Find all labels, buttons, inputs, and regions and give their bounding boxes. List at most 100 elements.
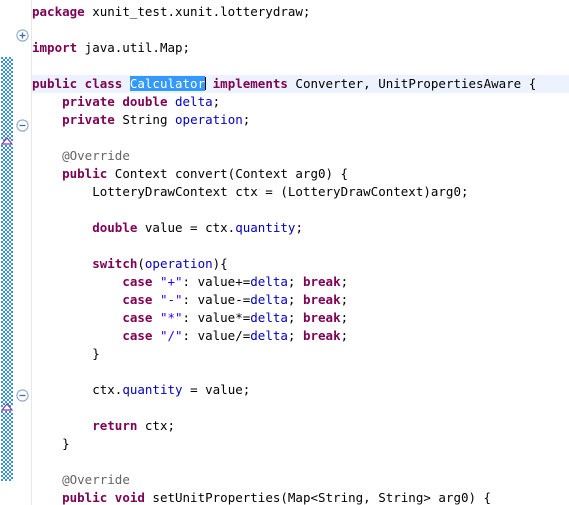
code-token-plain: ){ bbox=[212, 256, 228, 271]
code-token-plain: ; bbox=[295, 220, 303, 235]
code-line[interactable]: case "-": value-=delta; break; bbox=[32, 291, 569, 309]
code-token-plain: ; bbox=[340, 292, 349, 307]
code-token-plain: ; bbox=[287, 310, 303, 325]
code-token-fld: delta bbox=[175, 94, 213, 109]
code-token-str: "/" bbox=[159, 328, 183, 343]
code-token-fld: operation bbox=[175, 112, 243, 127]
code-token-plain: : value*= bbox=[182, 310, 251, 325]
code-line[interactable]: ctx.quantity = value; bbox=[32, 381, 569, 399]
code-line[interactable]: import java.util.Map; bbox=[32, 39, 569, 57]
code-token-plain: ; bbox=[287, 292, 303, 307]
deleted-lines-marker-icon[interactable] bbox=[1, 137, 13, 145]
code-line[interactable]: switch(operation){ bbox=[32, 255, 569, 273]
code-line[interactable]: double value = ctx.quantity; bbox=[32, 219, 569, 237]
code-token-ann: @Override bbox=[62, 472, 130, 487]
code-token-kw: implements bbox=[212, 76, 288, 91]
code-line[interactable]: case "/": value/=delta; break; bbox=[32, 327, 569, 345]
code-token-plain: setUnitProperties(Map<String, String> ar… bbox=[144, 490, 492, 505]
fold-collapse-icon[interactable] bbox=[16, 389, 29, 402]
code-token-plain: : value+= bbox=[182, 274, 251, 289]
code-line[interactable] bbox=[32, 363, 569, 381]
code-surface[interactable]: package xunit_test.xunit.lotterydraw; im… bbox=[32, 0, 569, 505]
code-line[interactable]: public Context convert(Context arg0) { bbox=[32, 165, 569, 183]
code-token-fld: quantity bbox=[122, 382, 183, 397]
code-text[interactable]: package xunit_test.xunit.lotterydraw; im… bbox=[32, 0, 569, 505]
code-token-kw: switch bbox=[92, 256, 138, 271]
code-token-plain: } bbox=[62, 436, 70, 451]
code-line[interactable]: @Override bbox=[32, 147, 569, 165]
code-token-kw: import bbox=[32, 40, 78, 55]
code-token-kw: public class bbox=[32, 76, 123, 91]
code-token-kw: break bbox=[302, 310, 341, 325]
code-line[interactable]: private double delta; bbox=[32, 93, 569, 111]
code-token-kw: break bbox=[302, 328, 341, 343]
code-line[interactable] bbox=[32, 129, 569, 147]
code-line[interactable]: } bbox=[32, 435, 569, 453]
code-token-plain: java.util.Map; bbox=[77, 40, 191, 55]
quick-diff-ruler[interactable] bbox=[0, 0, 14, 505]
change-bar[interactable] bbox=[1, 145, 13, 407]
code-token-plain: : value/= bbox=[182, 328, 251, 343]
code-token-plain: value = ctx. bbox=[137, 220, 236, 235]
code-line[interactable] bbox=[32, 399, 569, 417]
code-line[interactable]: } bbox=[32, 345, 569, 363]
code-token-plain: ; bbox=[340, 274, 349, 289]
code-line[interactable]: return ctx; bbox=[32, 417, 569, 435]
change-bar[interactable] bbox=[1, 411, 13, 481]
folding-gutter[interactable] bbox=[14, 0, 32, 505]
code-token-kw: case bbox=[122, 328, 153, 343]
code-line[interactable]: package xunit_test.xunit.lotterydraw; bbox=[32, 3, 569, 21]
code-line[interactable]: private String operation; bbox=[32, 111, 569, 129]
code-token-fld: delta bbox=[250, 274, 288, 289]
code-token-str: "-" bbox=[159, 292, 183, 307]
code-line[interactable]: @Override bbox=[32, 471, 569, 489]
code-line[interactable] bbox=[32, 453, 569, 471]
code-line[interactable]: public class Calculator implements Conve… bbox=[32, 75, 569, 93]
code-token-kw: return bbox=[92, 418, 138, 433]
deleted-lines-marker-icon[interactable] bbox=[1, 403, 13, 411]
code-line[interactable]: case "+": value+=delta; break; bbox=[32, 273, 569, 291]
code-line[interactable] bbox=[32, 201, 569, 219]
code-token-ann: @Override bbox=[62, 148, 130, 163]
code-token-fld: delta bbox=[250, 328, 288, 343]
code-line[interactable] bbox=[32, 57, 569, 75]
java-code-editor[interactable]: package xunit_test.xunit.lotterydraw; im… bbox=[0, 0, 569, 505]
code-token-kw: package bbox=[32, 4, 85, 19]
code-token-plain: } bbox=[92, 346, 100, 361]
code-line[interactable]: public void setUnitProperties(Map<String… bbox=[32, 489, 569, 505]
code-token-plain: ; bbox=[287, 274, 303, 289]
code-line[interactable]: case "*": value*=delta; break; bbox=[32, 309, 569, 327]
change-bar[interactable] bbox=[1, 57, 13, 141]
code-token-fld: quantity bbox=[235, 220, 296, 235]
code-token-str: "+" bbox=[159, 274, 183, 289]
code-token-kw: case bbox=[122, 274, 153, 289]
code-line[interactable] bbox=[32, 21, 569, 39]
code-line[interactable]: LotteryDrawContext ctx = (LotteryDrawCon… bbox=[32, 183, 569, 201]
code-token-kw: double bbox=[92, 220, 138, 235]
code-token-plain: xunit_test.xunit.lotterydraw; bbox=[84, 4, 311, 19]
code-token-plain: ctx; bbox=[137, 418, 176, 433]
code-token-plain: ; bbox=[340, 310, 349, 325]
fold-expand-icon[interactable] bbox=[16, 29, 29, 42]
code-token-plain: LotteryDrawContext ctx = (LotteryDrawCon… bbox=[92, 184, 469, 199]
code-line[interactable] bbox=[32, 237, 569, 255]
code-token-plain: Converter, UnitPropertiesAware { bbox=[287, 76, 537, 91]
code-token-kw: public void bbox=[62, 490, 145, 505]
fold-collapse-icon[interactable] bbox=[16, 119, 29, 132]
